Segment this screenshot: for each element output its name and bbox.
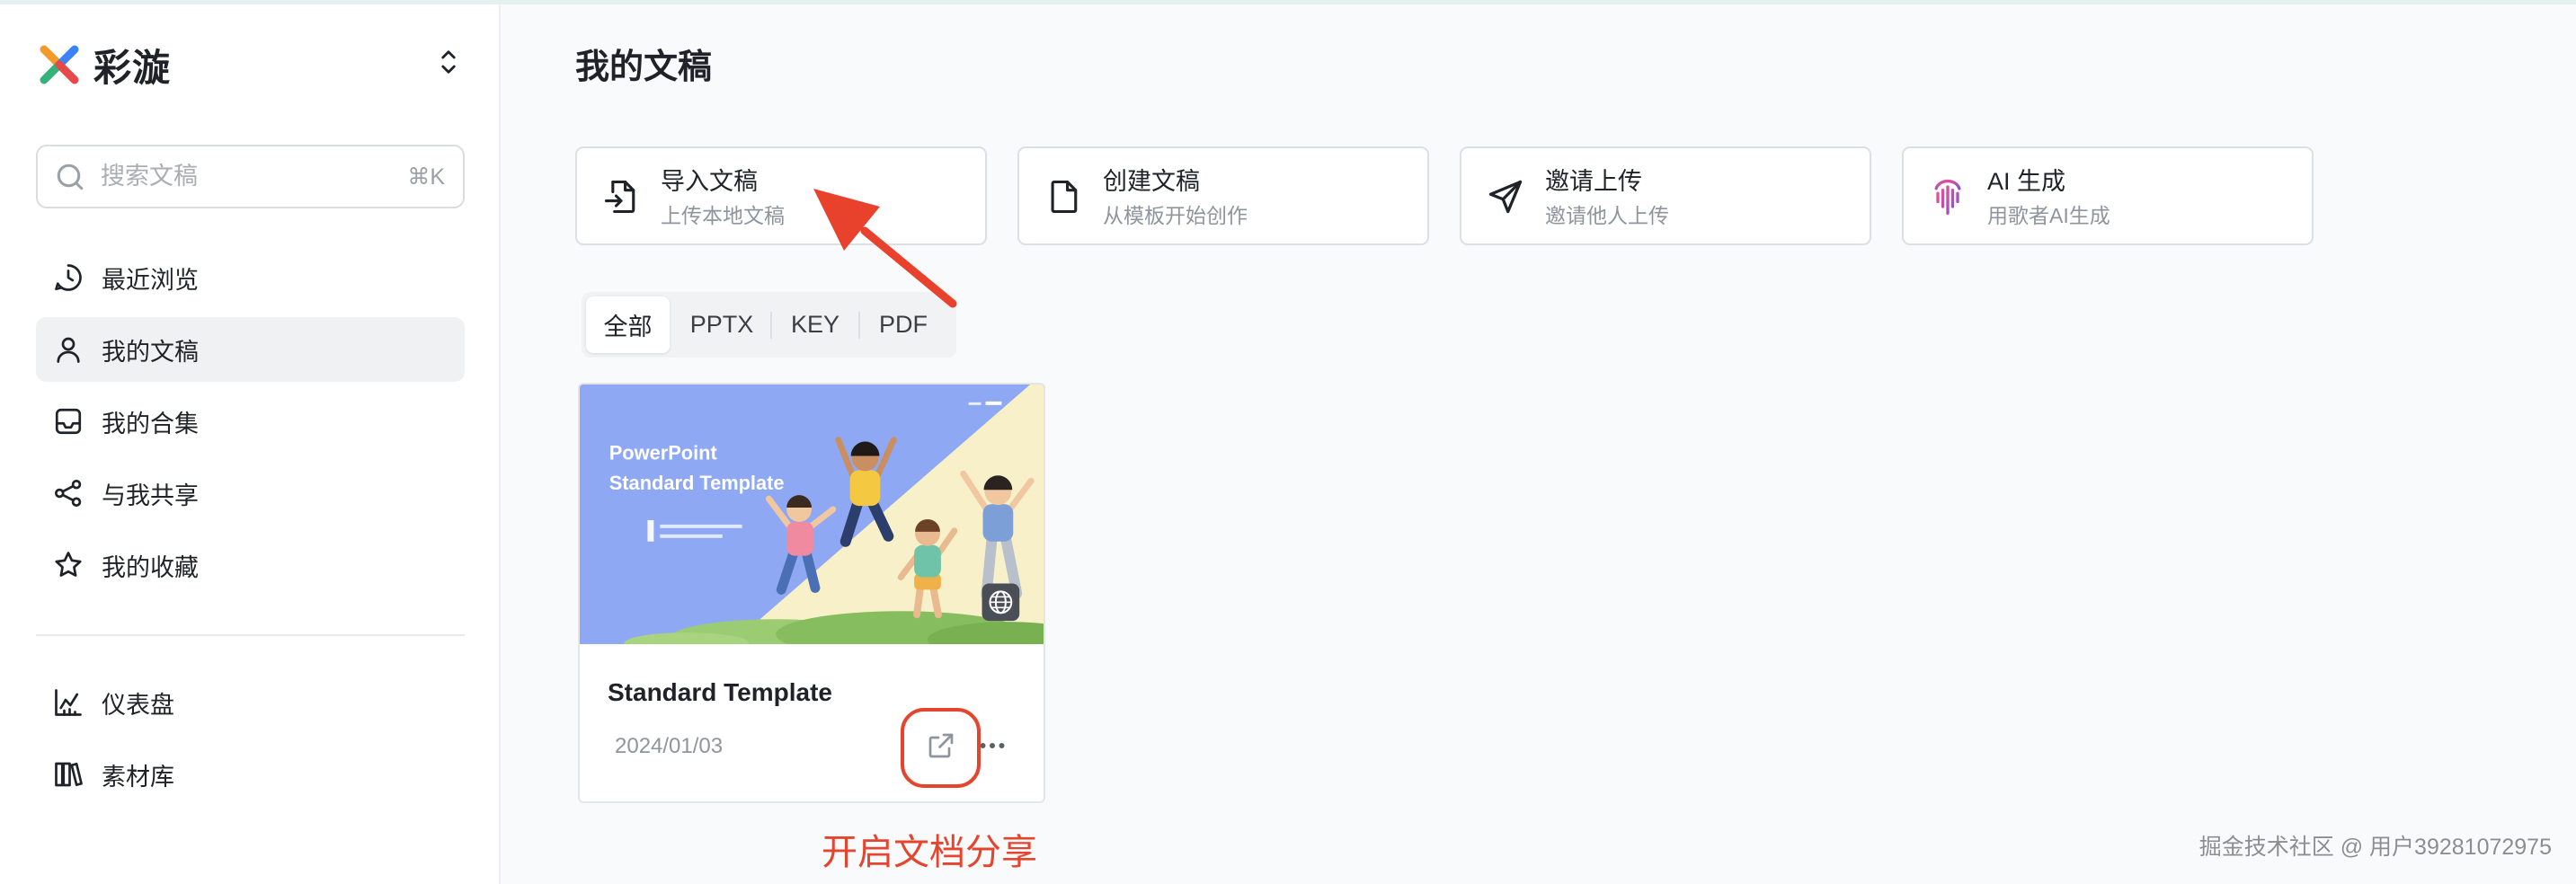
ai-generate-button[interactable]: AI 生成 用歌者AI生成 — [1902, 146, 2314, 245]
filter-tab-all[interactable]: 全部 — [586, 296, 670, 353]
document-title[interactable]: Standard Template — [608, 677, 832, 708]
external-link-icon — [928, 733, 954, 758]
file-type-filter: 全部 PPTX KEY PDF — [582, 292, 956, 358]
search-shortcut: ⌘K — [407, 164, 445, 190]
sidebar-item-label: 我的收藏 — [102, 553, 199, 581]
create-doc-button[interactable]: 创建文稿 从模板开始创作 — [1017, 146, 1429, 245]
sidebar-item-label: 与我共享 — [102, 482, 199, 509]
action-subtitle: 上传本地文稿 — [661, 204, 785, 227]
action-title: 邀请上传 — [1545, 168, 1642, 195]
import-file-icon — [604, 180, 635, 214]
thumbnail-heading-2: Standard Template — [609, 472, 785, 494]
import-doc-button[interactable]: 导入文稿 上传本地文稿 — [575, 146, 987, 245]
filter-tab-pptx[interactable]: PPTX — [673, 296, 770, 353]
thumbnail-heading-1: PowerPoint — [609, 441, 717, 464]
action-title: 导入文稿 — [661, 168, 758, 195]
invite-upload-button[interactable]: 邀请上传 邀请他人上传 — [1460, 146, 1871, 245]
action-title: AI 生成 — [1987, 168, 2066, 195]
share-nodes-icon — [55, 480, 82, 507]
page-title: 我的文稿 — [575, 49, 713, 86]
sidebar-item-my-docs[interactable]: 我的文稿 — [36, 317, 465, 382]
file-icon — [1051, 180, 1078, 214]
library-icon — [55, 762, 83, 787]
primary-nav: 最近浏览 我的文稿 我的合集 与我共享 我的收藏 — [36, 245, 465, 597]
more-dots-icon — [980, 743, 1005, 748]
paper-plane-icon — [1488, 180, 1523, 214]
star-icon — [55, 552, 82, 577]
search-icon — [57, 164, 84, 190]
inbox-icon — [55, 408, 82, 435]
watermark: 掘金技术社区 @ 用户39281072975 — [2198, 835, 2552, 860]
workspace-switcher-button[interactable] — [435, 46, 462, 78]
action-subtitle: 邀请他人上传 — [1545, 204, 1669, 227]
globe-icon — [982, 583, 1020, 622]
history-clock-icon — [55, 264, 82, 291]
brand[interactable]: 彩漩 — [36, 40, 171, 90]
sidebar: 彩漩 ⌘K 最近浏览 我的文稿 我的合集 — [0, 4, 501, 884]
ai-wave-icon — [1934, 179, 1961, 215]
document-card[interactable]: PowerPoint Standard Template Standard Te… — [578, 383, 1045, 803]
chevron-up-down-icon — [441, 50, 456, 74]
action-subtitle: 从模板开始创作 — [1103, 204, 1248, 227]
sidebar-divider — [36, 634, 465, 636]
action-title: 创建文稿 — [1103, 168, 1200, 195]
document-date: 2024/01/03 — [615, 734, 724, 758]
sidebar-item-shared[interactable]: 与我共享 — [36, 461, 465, 526]
chart-icon — [55, 689, 82, 716]
share-document-button[interactable] — [925, 729, 957, 762]
sidebar-item-recent[interactable]: 最近浏览 — [36, 245, 465, 310]
tools-nav: 仪表盘 素材库 — [36, 670, 465, 807]
annotation-label: 开启文档分享 — [822, 833, 1037, 872]
search-box[interactable]: ⌘K — [36, 145, 465, 208]
sidebar-item-label: 我的文稿 — [102, 338, 199, 366]
sidebar-item-library[interactable]: 素材库 — [36, 742, 465, 807]
filter-tab-pdf[interactable]: PDF — [860, 296, 946, 353]
user-icon — [57, 337, 80, 363]
sidebar-item-label: 仪表盘 — [102, 691, 174, 719]
sidebar-item-favorites[interactable]: 我的收藏 — [36, 533, 465, 597]
app-name: 彩漩 — [93, 45, 172, 90]
search-input[interactable] — [101, 146, 370, 207]
logo-icon — [40, 45, 79, 84]
sidebar-item-label: 素材库 — [102, 763, 174, 791]
action-subtitle: 用歌者AI生成 — [1987, 204, 2110, 227]
document-thumbnail[interactable]: PowerPoint Standard Template — [580, 385, 1044, 644]
filter-tab-key[interactable]: KEY — [772, 296, 858, 353]
sidebar-item-label: 最近浏览 — [102, 266, 199, 294]
sidebar-item-label: 我的合集 — [102, 410, 199, 438]
sidebar-item-collections[interactable]: 我的合集 — [36, 389, 465, 454]
sidebar-item-dashboard[interactable]: 仪表盘 — [36, 670, 465, 735]
more-options-button[interactable] — [976, 729, 1008, 762]
